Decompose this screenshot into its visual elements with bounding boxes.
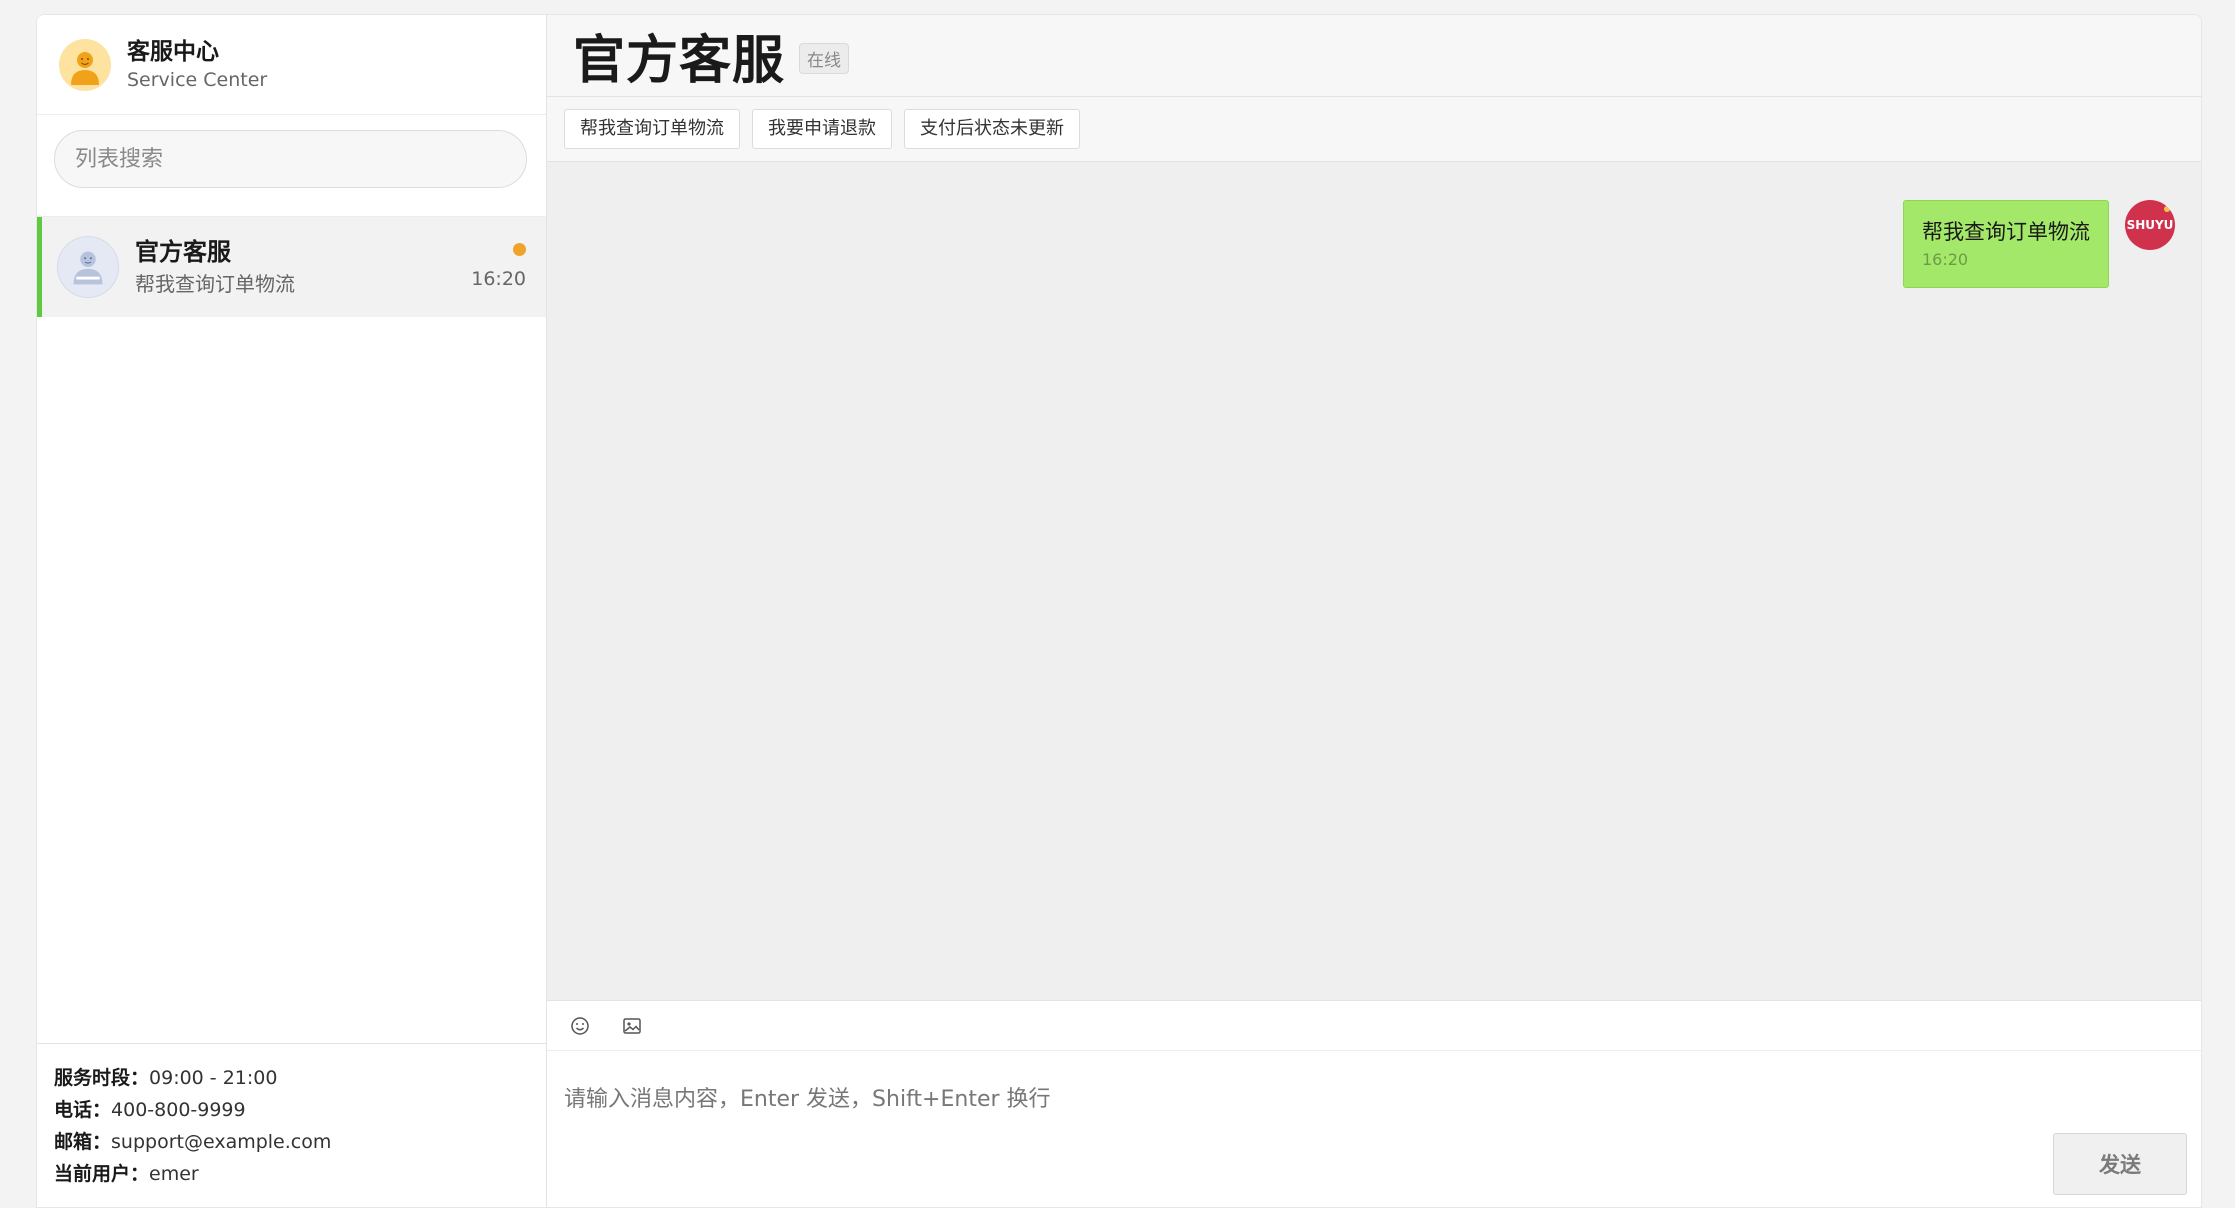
service-info: 服务时段：09:00 - 21:00 电话：400-800-9999 邮箱：su… [37,1043,546,1207]
search-input[interactable] [54,130,527,188]
user-icon [57,236,119,298]
support-agent-icon [59,38,111,91]
avatar-text: SHUYU [2126,218,2174,232]
chat-title: 官方客服 [573,31,786,91]
composer-toolbar [547,1001,2201,1051]
quick-reply-bar: 帮我查询订单物流 我要申请退款 支付后状态未更新 [547,97,2201,162]
message-bubble: 帮我查询订单物流 16:20 [1903,200,2109,288]
app-window: 客服中心 Service Center 列表搜索 官方客服 帮我查询订单物流 1… [36,14,2202,1208]
service-email: 邮箱：support@example.com [54,1131,332,1153]
message-text: 帮我查询订单物流 [1922,220,2090,244]
conversation-list: 官方客服 帮我查询订单物流 16:20 [37,217,546,1043]
message-time: 16:20 [1922,250,1969,269]
chat-header: 官方客服 在线 [547,15,2201,97]
image-icon[interactable] [621,1015,643,1037]
message-composer: 发送 [547,1000,2201,1207]
emoji-icon[interactable] [569,1015,591,1037]
unread-dot-icon [513,243,526,256]
chat-panel: 官方客服 在线 帮我查询订单物流 我要申请退款 支付后状态未更新 帮我查询订单物… [547,15,2201,1207]
service-hours: 服务时段：09:00 - 21:00 [54,1067,278,1089]
message-row: 帮我查询订单物流 16:20 SHUYU [1903,200,2175,288]
send-button[interactable]: 发送 [2053,1133,2187,1195]
conversation-name: 官方客服 [135,238,231,266]
conversation-time: 16:20 [471,268,526,290]
sidebar: 客服中心 Service Center 列表搜索 官方客服 帮我查询订单物流 1… [37,15,547,1207]
brand-title: 客服中心 [127,38,219,65]
status-badge: 在线 [799,43,850,74]
brand-subtitle: Service Center [127,68,268,91]
quick-reply-logistics-button[interactable]: 帮我查询订单物流 [564,109,740,149]
service-phone: 电话：400-800-9999 [54,1099,246,1121]
conversation-preview: 帮我查询订单物流 [135,272,295,296]
quick-reply-refund-button[interactable]: 我要申请退款 [752,109,892,149]
brand-header: 客服中心 Service Center [37,15,546,115]
message-input[interactable] [547,1051,2201,1131]
message-list: 帮我查询订单物流 16:20 SHUYU [547,162,2201,1000]
conversation-item[interactable]: 官方客服 帮我查询订单物流 16:20 [37,217,546,317]
current-user: 当前用户：emer [54,1163,199,1185]
quick-reply-payment-button[interactable]: 支付后状态未更新 [904,109,1080,149]
avatar: SHUYU [2125,200,2175,250]
search-bar [37,115,546,217]
